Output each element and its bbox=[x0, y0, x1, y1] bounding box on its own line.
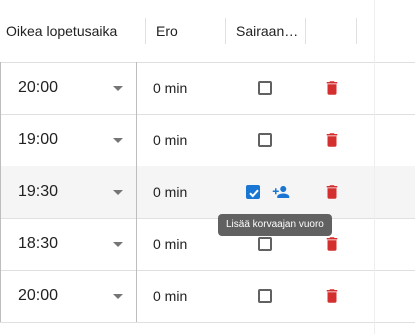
table-row: 20:00 0 min bbox=[0, 62, 415, 115]
column-header-label: Oikea lopetusaika bbox=[6, 23, 118, 39]
end-time-select[interactable]: 19:30 bbox=[2, 166, 137, 218]
end-time-value: 19:30 bbox=[18, 183, 59, 200]
column-header-end-time[interactable]: Oikea lopetusaika bbox=[6, 0, 136, 62]
diff-value: 0 min bbox=[153, 80, 188, 96]
chevron-down-icon bbox=[113, 242, 123, 247]
end-time-select[interactable]: 20:00 bbox=[2, 62, 137, 114]
trash-icon[interactable] bbox=[323, 182, 341, 202]
column-header-sick[interactable]: Sairaan… bbox=[236, 0, 302, 62]
column-separator[interactable] bbox=[305, 18, 306, 44]
column-header-label: Sairaan… bbox=[236, 23, 299, 39]
row-edge bbox=[0, 114, 1, 166]
sick-checkbox[interactable] bbox=[258, 133, 272, 147]
row-edge bbox=[0, 166, 1, 218]
row-edge bbox=[0, 270, 1, 322]
column-separator[interactable] bbox=[225, 18, 226, 44]
column-separator[interactable] bbox=[356, 18, 357, 44]
table-header: Oikea lopetusaika Ero Sairaan… bbox=[0, 0, 415, 63]
end-time-value: 18:30 bbox=[18, 235, 59, 252]
diff-value: 0 min bbox=[153, 184, 188, 200]
sick-checkbox[interactable] bbox=[258, 81, 272, 95]
shift-table: Oikea lopetusaika Ero Sairaan… 20:00 0 m… bbox=[0, 0, 415, 334]
end-time-value: 19:00 bbox=[18, 131, 59, 148]
column-header-diff[interactable]: Ero bbox=[156, 0, 216, 62]
diff-value: 0 min bbox=[153, 236, 188, 252]
end-time-select[interactable]: 18:30 bbox=[2, 218, 137, 270]
column-separator[interactable] bbox=[145, 18, 146, 44]
diff-value: 0 min bbox=[153, 132, 188, 148]
trash-icon[interactable] bbox=[323, 130, 341, 150]
column-header-label: Ero bbox=[156, 23, 178, 39]
trash-icon[interactable] bbox=[323, 286, 341, 306]
tooltip: Lisää korvaajan vuoro bbox=[218, 214, 332, 236]
row-edge bbox=[0, 218, 1, 270]
trash-icon[interactable] bbox=[323, 234, 341, 254]
chevron-down-icon bbox=[113, 190, 123, 195]
table-row: 19:30 0 min bbox=[0, 166, 415, 219]
sick-checkbox[interactable] bbox=[258, 237, 272, 251]
person-add-icon[interactable] bbox=[272, 183, 290, 201]
end-time-value: 20:00 bbox=[18, 287, 59, 304]
end-time-select[interactable]: 19:00 bbox=[2, 114, 137, 166]
diff-value: 0 min bbox=[153, 288, 188, 304]
table-row: 19:00 0 min bbox=[0, 114, 415, 167]
sick-checkbox[interactable] bbox=[258, 289, 272, 303]
table-row: 18:30 0 min bbox=[0, 218, 415, 271]
table-row: 20:00 0 min bbox=[0, 270, 415, 323]
sick-checkbox[interactable] bbox=[246, 185, 260, 199]
chevron-down-icon bbox=[113, 294, 123, 299]
chevron-down-icon bbox=[113, 138, 123, 143]
chevron-down-icon bbox=[113, 86, 123, 91]
check-icon bbox=[249, 189, 259, 198]
table-right-border bbox=[374, 0, 375, 334]
end-time-value: 20:00 bbox=[18, 79, 59, 96]
end-time-select[interactable]: 20:00 bbox=[2, 270, 137, 322]
trash-icon[interactable] bbox=[323, 78, 341, 98]
row-edge bbox=[0, 62, 1, 114]
